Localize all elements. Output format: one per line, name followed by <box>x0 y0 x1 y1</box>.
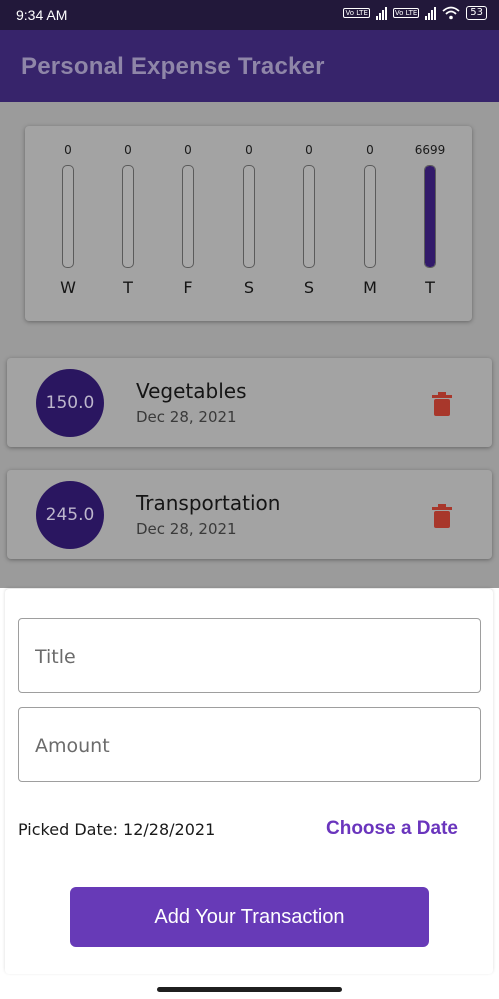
status-bar: 9:34 AM Vo LTE Vo LTE 53 <box>0 0 499 30</box>
chart-day-label: S <box>303 278 315 297</box>
chart-day-label: S <box>243 278 255 297</box>
title-field <box>18 618 481 694</box>
choose-date-button[interactable]: Choose a Date <box>326 818 458 840</box>
wifi-icon <box>442 6 460 20</box>
chart-bar-column: 0F <box>168 126 208 321</box>
volte-icon-2: Vo LTE <box>392 8 420 18</box>
chart-bar-column: 0S <box>289 126 329 321</box>
weekly-chart: 0 W 0 T 0 F 0 S 0 S 0 M 6699 T <box>25 126 472 321</box>
transaction-amount: 245.0 <box>36 481 104 549</box>
transaction-date: Dec 28, 2021 <box>136 520 237 538</box>
chart-bar-column: 0T <box>108 126 148 321</box>
chart-bar-track <box>62 165 74 268</box>
transaction-amount: 150.0 <box>36 369 104 437</box>
chart-value-label: 0 <box>366 143 374 157</box>
chart-bar-column: 0M <box>350 126 390 321</box>
transaction-title: Vegetables <box>136 379 247 403</box>
app-bar: Personal Expense Tracker <box>0 30 499 102</box>
chart-day-label: W <box>60 278 76 297</box>
volte-icon: Vo LTE <box>343 8 370 18</box>
chart-value-label: 0 <box>184 143 192 157</box>
new-transaction-sheet: Picked Date: 12/28/2021 Choose a Date Ad… <box>5 589 493 974</box>
chart-bar-track <box>182 165 194 268</box>
chart-bar-track <box>364 165 376 268</box>
signal-icon-2 <box>425 6 437 20</box>
transaction-card: 150.0 Vegetables Dec 28, 2021 <box>7 358 492 447</box>
chart-bar-column: 0W <box>48 126 88 321</box>
transaction-title: Transportation <box>136 491 281 515</box>
chart-day-label: F <box>183 278 193 297</box>
chart-bar-track <box>303 165 315 268</box>
chart-bar <box>425 166 435 267</box>
signal-icon <box>375 6 387 20</box>
chart-value-label: 0 <box>64 143 72 157</box>
home-indicator[interactable] <box>157 987 342 992</box>
chart-day-label: T <box>123 278 133 297</box>
amount-field <box>18 707 481 783</box>
chart-bar-track <box>243 165 255 268</box>
chart-bar-column: 0S <box>229 126 269 321</box>
app-title: Personal Expense Tracker <box>21 53 325 80</box>
chart-value-label: 0 <box>124 143 132 157</box>
chart-day-label: M <box>363 278 377 297</box>
transaction-card: 245.0 Transportation Dec 28, 2021 <box>7 470 492 559</box>
amount-input[interactable] <box>33 708 467 783</box>
add-transaction-button[interactable]: Add Your Transaction <box>70 887 429 947</box>
chart-bar-track <box>122 165 134 268</box>
chart-bar-track <box>424 165 436 268</box>
title-input[interactable] <box>33 619 467 694</box>
chart-day-label: T <box>425 278 435 297</box>
status-icons: Vo LTE Vo LTE 53 <box>343 6 487 20</box>
chart-value-label: 0 <box>305 143 313 157</box>
picked-date-label: Picked Date: 12/28/2021 <box>18 820 216 839</box>
transaction-date: Dec 28, 2021 <box>136 408 237 426</box>
trash-icon[interactable] <box>431 392 453 416</box>
chart-value-label: 6699 <box>414 143 446 157</box>
battery-icon: 53 <box>466 6 487 20</box>
status-time: 9:34 AM <box>16 7 68 23</box>
chart-value-label: 0 <box>245 143 253 157</box>
chart-bar-column: 6699 T <box>410 126 450 321</box>
trash-icon[interactable] <box>431 504 453 528</box>
